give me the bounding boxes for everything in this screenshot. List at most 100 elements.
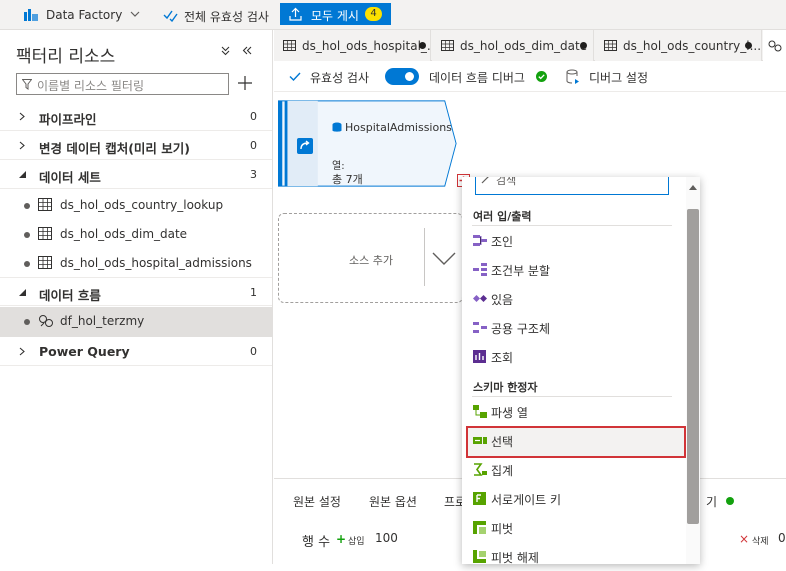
table-icon	[38, 198, 52, 211]
app-name[interactable]: Data Factory	[46, 8, 122, 22]
menu-item-label: 피벗	[491, 522, 514, 536]
table-icon	[441, 40, 454, 51]
pivot-icon	[473, 521, 486, 534]
dataset-label: ds_hol_ods_country_lookup	[60, 198, 224, 212]
section-dataflows[interactable]: 데이터 흐름 1	[0, 277, 272, 306]
section-count: 0	[250, 110, 257, 123]
tab-label: ds_hol_ods_hospital_...	[302, 39, 439, 53]
menu-item-label: 공용 구조체	[491, 322, 551, 336]
validate-all-icon[interactable]	[163, 8, 179, 22]
debug-settings-icon[interactable]	[566, 69, 580, 85]
menu-item-lookup[interactable]: 조회	[466, 342, 686, 371]
validate-all-button[interactable]: 전체 유효성 검사	[184, 8, 269, 25]
menu-item-label: 선택	[491, 435, 514, 449]
caret-right-icon	[19, 112, 25, 121]
filter-input[interactable]: 이름별 리소스 필터링	[16, 73, 229, 95]
add-resource-icon[interactable]	[238, 76, 252, 90]
section-count: 0	[250, 139, 257, 152]
dataflow-icon	[38, 314, 54, 328]
add-source-placeholder[interactable]: 소스 추가	[278, 213, 463, 303]
dropdown-scrollbar[interactable]	[686, 177, 700, 564]
menu-item-label: 있음	[491, 293, 514, 307]
menu-item-conditional-split[interactable]: 조건부 분할	[466, 255, 686, 284]
top-bar: Data Factory 전체 유효성 검사 모두 게시 4	[0, 0, 786, 30]
delete-x-icon: ×	[739, 532, 750, 546]
menu-item-unpivot[interactable]: 피벗 해제	[466, 542, 686, 571]
exists-icon	[473, 292, 487, 305]
debug-toggle[interactable]	[385, 68, 419, 85]
menu-item-pivot[interactable]: 피벗	[466, 513, 686, 542]
source-icon	[297, 138, 313, 154]
menu-item-label: 피벗 해제	[491, 551, 539, 565]
filter-placeholder: 이름별 리소스 필터링	[37, 79, 144, 93]
menu-item-aggregate[interactable]: 집계	[466, 455, 686, 484]
unsaved-dot	[419, 42, 426, 49]
bullet	[24, 319, 30, 325]
split-icon	[473, 263, 487, 276]
menu-item-union[interactable]: 공용 구조체	[466, 313, 686, 342]
chevron-down-icon[interactable]	[130, 11, 140, 17]
tab-source-options[interactable]: 원본 옵션	[369, 493, 417, 510]
validate-button[interactable]: 유효성 검사	[310, 69, 369, 86]
menu-item-derived-column[interactable]: 파생 열	[466, 397, 686, 426]
debug-settings-button[interactable]: 디버그 설정	[589, 69, 648, 86]
factory-resources-panel: 팩터리 리소스 이름별 리소스 필터링 파이프라인 0 변경 데이터 캡처(미리…	[0, 30, 273, 564]
debug-label: 데이터 흐름 디버그	[429, 71, 525, 85]
tab-hospital[interactable]: ds_hol_ods_hospital_...	[274, 30, 438, 61]
menu-item-label: 조회	[491, 351, 514, 365]
publish-all-button[interactable]: 모두 게시 4	[280, 3, 391, 25]
group-multi-io: 여러 입/출력	[473, 210, 532, 223]
tab-country[interactable]: ds_hol_ods_country_l...	[595, 30, 762, 61]
dataset-item[interactable]: ds_hol_ods_hospital_admissions	[0, 249, 272, 278]
node-columns-label: 열:	[332, 161, 345, 172]
section-label: 데이터 세트	[39, 170, 101, 185]
chevron-down-icon[interactable]	[432, 252, 456, 265]
data-factory-icon	[24, 8, 38, 21]
scrollbar-thumb[interactable]	[687, 209, 699, 524]
dataset-item[interactable]: ds_hol_ods_dim_date	[0, 220, 272, 249]
dataflow-item-selected[interactable]: df_hol_terzmy	[0, 307, 272, 337]
tab-dim-date[interactable]: ds_hol_ods_dim_date	[432, 30, 594, 61]
tab-dataflow-active[interactable]	[763, 30, 786, 61]
insert-value: 100	[375, 531, 398, 545]
section-pipelines[interactable]: 파이프라인 0	[0, 102, 272, 131]
section-label: Power Query	[39, 344, 130, 359]
section-change-data-capture[interactable]: 변경 데이터 캡처(미리 보기) 0	[0, 131, 272, 160]
dataflow-label: df_hol_terzmy	[60, 314, 145, 328]
dataflow-toolbar: 유효성 검사 데이터 흐름 디버그 디버그 설정	[274, 62, 786, 92]
transformation-search-input[interactable]: 검색	[475, 177, 669, 195]
source-node-hospital-admissions[interactable]: HospitalAdmissions 열: 총 7개	[278, 98, 458, 189]
section-label: 데이터 흐름	[39, 288, 101, 303]
menu-item-label: 서로게이트 키	[491, 493, 562, 507]
section-power-query[interactable]: Power Query 0	[0, 337, 272, 366]
menu-item-exists[interactable]: 있음	[466, 284, 686, 313]
tab-source-settings[interactable]: 원본 설정	[293, 493, 341, 510]
menu-item-label: 파생 열	[491, 406, 528, 420]
insert-plus-icon: +	[336, 532, 347, 546]
scroll-up-icon[interactable]	[689, 185, 697, 190]
dataset-item[interactable]: ds_hol_ods_country_lookup	[0, 191, 272, 220]
transformation-dropdown: 검색 여러 입/출력 조인 조건부 분할 있음 공용 구조체 조회 스키마 한정…	[462, 177, 700, 565]
aggregate-icon	[473, 463, 487, 476]
toggle-knob	[405, 72, 414, 81]
checkmark-icon	[289, 72, 301, 81]
collapse-all-icon[interactable]	[221, 46, 230, 56]
menu-item-surrogate-key[interactable]: 서로게이트 키	[466, 484, 686, 513]
panel-title: 팩터리 리소스	[16, 47, 116, 67]
tab-label: ds_hol_ods_country_l...	[623, 39, 762, 53]
dataset-label: ds_hol_ods_hospital_admissions	[60, 256, 252, 270]
bullet	[24, 203, 30, 209]
tab-data-preview[interactable]: 기	[706, 493, 717, 510]
unpivot-icon	[473, 550, 486, 563]
publish-count-badge: 4	[365, 7, 382, 21]
menu-item-select-highlighted[interactable]: 선택	[466, 426, 686, 458]
join-icon	[473, 234, 487, 247]
section-count: 3	[250, 168, 257, 181]
section-datasets[interactable]: 데이터 세트 3	[0, 160, 272, 189]
menu-item-join[interactable]: 조인	[466, 226, 686, 255]
collapse-panel-icon[interactable]	[242, 46, 252, 55]
group-schema-modifier: 스키마 한정자	[473, 381, 538, 394]
caret-right-icon	[19, 141, 25, 150]
insert-label: 삽입	[348, 537, 365, 547]
delete-value: 0	[778, 531, 786, 545]
